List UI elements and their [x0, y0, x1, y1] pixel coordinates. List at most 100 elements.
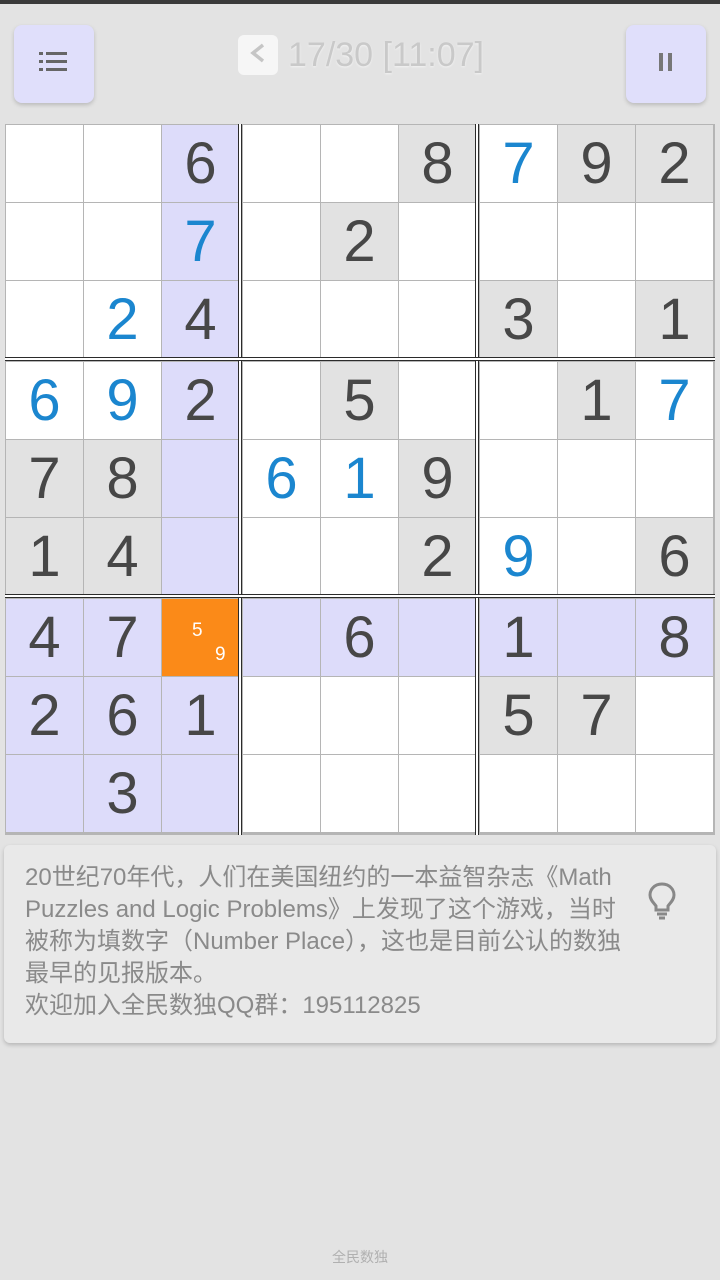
entered-digit: 2: [106, 286, 139, 352]
sudoku-cell[interactable]: [6, 125, 83, 202]
sudoku-cell[interactable]: 2: [162, 362, 239, 439]
lightbulb-icon[interactable]: [646, 881, 678, 925]
sudoku-cell[interactable]: 6: [243, 440, 320, 517]
sudoku-cell[interactable]: 1: [558, 362, 635, 439]
sudoku-cell[interactable]: [162, 755, 239, 832]
sudoku-cell[interactable]: [243, 281, 320, 358]
sudoku-cell[interactable]: [480, 755, 557, 832]
sudoku-cell[interactable]: 2: [6, 677, 83, 754]
sudoku-cell[interactable]: 7: [84, 599, 161, 676]
sudoku-cell[interactable]: [558, 755, 635, 832]
sudoku-cell[interactable]: [399, 203, 476, 280]
sudoku-cell[interactable]: [636, 755, 713, 832]
entered-digit: 7: [184, 208, 217, 274]
sudoku-cell[interactable]: [636, 203, 713, 280]
sudoku-cell[interactable]: [162, 440, 239, 517]
given-digit: 9: [421, 445, 454, 511]
entered-digit: 7: [502, 130, 535, 196]
sudoku-cell[interactable]: 2: [84, 281, 161, 358]
sudoku-cell[interactable]: 7: [6, 440, 83, 517]
sudoku-cell[interactable]: 5: [480, 677, 557, 754]
sudoku-cell[interactable]: [6, 281, 83, 358]
sudoku-cell[interactable]: [558, 203, 635, 280]
sudoku-cell[interactable]: [399, 281, 476, 358]
sudoku-cell[interactable]: 7: [162, 203, 239, 280]
sudoku-cell[interactable]: [480, 203, 557, 280]
pencil-note: 5: [192, 620, 203, 641]
sudoku-cell[interactable]: [558, 599, 635, 676]
sudoku-cell[interactable]: [480, 440, 557, 517]
given-digit: 9: [580, 130, 613, 196]
back-button[interactable]: [238, 35, 278, 75]
sudoku-cell[interactable]: [243, 362, 320, 439]
sudoku-cell[interactable]: [321, 677, 398, 754]
sudoku-cell[interactable]: 2: [636, 125, 713, 202]
sudoku-cell[interactable]: [243, 755, 320, 832]
sudoku-cell[interactable]: [6, 203, 83, 280]
sudoku-cell[interactable]: [162, 518, 239, 595]
selected-cell[interactable]: 59: [162, 599, 239, 676]
sudoku-cell[interactable]: [399, 677, 476, 754]
sudoku-cell[interactable]: 1: [636, 281, 713, 358]
sudoku-cell[interactable]: [243, 677, 320, 754]
progress-timer: 17/30 [11:07]: [288, 35, 484, 74]
sudoku-cell[interactable]: 9: [480, 518, 557, 595]
box-divider-horizontal: [5, 357, 715, 361]
sudoku-cell[interactable]: 3: [480, 281, 557, 358]
sudoku-cell[interactable]: [6, 755, 83, 832]
sudoku-cell[interactable]: 4: [84, 518, 161, 595]
sudoku-cell[interactable]: [84, 203, 161, 280]
sudoku-cell[interactable]: 7: [636, 362, 713, 439]
sudoku-cell[interactable]: 6: [84, 677, 161, 754]
sudoku-cell[interactable]: [84, 125, 161, 202]
sudoku-cell[interactable]: [636, 440, 713, 517]
sudoku-cell[interactable]: [636, 677, 713, 754]
sudoku-cell[interactable]: 6: [162, 125, 239, 202]
sudoku-cell[interactable]: [558, 281, 635, 358]
sudoku-cell[interactable]: [480, 362, 557, 439]
sudoku-cell[interactable]: 9: [558, 125, 635, 202]
sudoku-cell[interactable]: 8: [636, 599, 713, 676]
sudoku-cell[interactable]: [243, 518, 320, 595]
sudoku-cell[interactable]: 1: [6, 518, 83, 595]
sudoku-cell[interactable]: 9: [399, 440, 476, 517]
top-status-line: [0, 0, 720, 4]
given-digit: 8: [106, 445, 139, 511]
sudoku-cell[interactable]: [399, 362, 476, 439]
sudoku-cell[interactable]: [399, 755, 476, 832]
entered-digit: 6: [265, 445, 298, 511]
sudoku-cell[interactable]: 7: [558, 677, 635, 754]
sudoku-cell[interactable]: 1: [480, 599, 557, 676]
sudoku-cell[interactable]: 5: [321, 362, 398, 439]
sudoku-cell[interactable]: [558, 440, 635, 517]
sudoku-cell[interactable]: 8: [84, 440, 161, 517]
sudoku-cell[interactable]: 9: [84, 362, 161, 439]
sudoku-cell[interactable]: 6: [636, 518, 713, 595]
sudoku-cell[interactable]: 2: [321, 203, 398, 280]
sudoku-cell[interactable]: 3: [84, 755, 161, 832]
sudoku-cell[interactable]: [321, 518, 398, 595]
sudoku-cell[interactable]: [399, 599, 476, 676]
sudoku-cell[interactable]: 8: [399, 125, 476, 202]
pause-button[interactable]: [626, 25, 706, 103]
sudoku-cell[interactable]: [243, 599, 320, 676]
sudoku-cell[interactable]: 4: [6, 599, 83, 676]
sudoku-cell[interactable]: [243, 203, 320, 280]
sudoku-cell[interactable]: [558, 518, 635, 595]
sudoku-cell[interactable]: 6: [321, 599, 398, 676]
sudoku-cell[interactable]: [243, 125, 320, 202]
sudoku-cell[interactable]: 7: [480, 125, 557, 202]
sudoku-cell[interactable]: [321, 125, 398, 202]
entered-digit: 9: [106, 367, 139, 433]
sudoku-cell[interactable]: 6: [6, 362, 83, 439]
given-digit: 2: [658, 130, 691, 196]
sudoku-cell[interactable]: [321, 281, 398, 358]
sudoku-cell[interactable]: 2: [399, 518, 476, 595]
sudoku-cell[interactable]: 1: [162, 677, 239, 754]
box-divider-vertical: [238, 124, 242, 835]
sudoku-cell[interactable]: 4: [162, 281, 239, 358]
sudoku-cell[interactable]: [321, 755, 398, 832]
given-digit: 4: [184, 286, 217, 352]
menu-button[interactable]: [14, 25, 94, 103]
sudoku-cell[interactable]: 1: [321, 440, 398, 517]
